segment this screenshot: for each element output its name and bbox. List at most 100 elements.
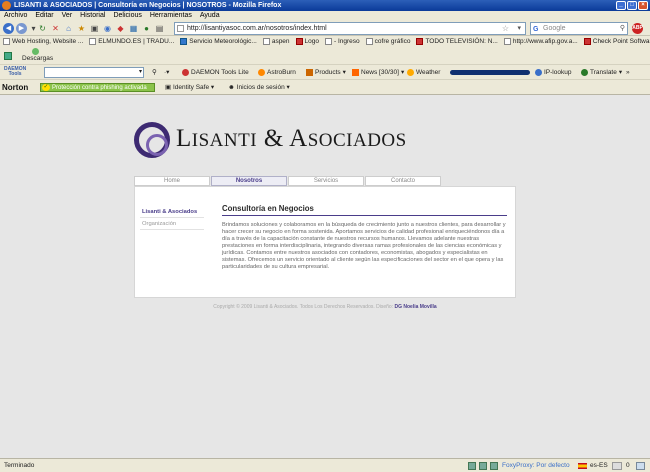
products-menu[interactable]: Products ▾ [306,65,346,80]
window-titlebar: LISANTI & ASOCIADOS | Consultoría en Neg… [0,0,650,11]
addon-status-icon[interactable] [479,462,487,470]
url-bar[interactable]: http://lisantiyasoc.com.ar/nosotros/inde… [174,22,526,35]
minimize-button[interactable]: _ [616,1,626,10]
page-icon [365,38,373,45]
addon-toolbar-icon[interactable] [4,52,12,60]
history-dropdown-icon[interactable]: ▾ [29,24,38,33]
menu-herramientas[interactable]: Herramientas [150,11,192,21]
page-heading: Consultoría en Negocios [222,204,507,216]
status-addon-icon[interactable] [612,462,622,470]
language-indicator[interactable]: es-ES [590,459,608,472]
norton-logo: Norton [2,83,29,92]
content-panel: Lisanti & Asociados Organización Consult… [134,186,516,298]
delicious-icon[interactable]: ▦ [129,24,138,33]
bookmark-item[interactable]: Servicio Meteorológic... [180,36,257,47]
designer-link[interactable]: DG Noelia Movilla [394,304,436,310]
daemon-logo: DAEMON Tools [4,66,27,77]
addon-icon-1[interactable]: ▣ [90,24,99,33]
downloads-button[interactable]: Descargas [22,55,53,62]
chevron-down-icon[interactable]: ▾ [139,68,142,77]
volume-slider[interactable] [450,70,530,75]
page-icon [89,38,97,45]
home-icon[interactable]: ⌂ [64,24,73,33]
maximize-button[interactable]: □ [627,1,637,10]
red-bookmark-icon [295,38,303,45]
google-icon: G [533,26,539,33]
rss-icon [352,69,359,76]
page-viewport: LISANTI & ASOCIADOS Home Nosotros Servic… [0,96,650,458]
translate-icon [581,69,588,76]
reload-icon[interactable]: ↻ [38,24,47,33]
bookmark-item[interactable]: Logo [295,36,319,47]
addon-icon-3[interactable]: ◆ [116,24,125,33]
bookmark-item[interactable]: Web Hosting, Website ... [3,36,83,47]
forward-icon[interactable]: ▶ [16,23,27,34]
status-icons [468,462,498,470]
translate-menu[interactable]: Translate ▾ [581,65,622,80]
downloads-toolbar: Descargas [0,47,650,65]
daemon-tools-lite[interactable]: DAEMON Tools Lite [182,65,249,80]
url-dropdown-icon[interactable]: ▾ [517,23,521,34]
body-paragraph: Brindamos soluciones y colaboramos en la… [222,222,506,270]
addon-icon-5[interactable]: ▤ [155,24,164,33]
globe-icon [180,38,188,45]
tab-home[interactable]: Home [134,176,210,186]
bookmark-item[interactable]: aspen [262,36,290,47]
daemon-search-combo[interactable]: ▾ [44,67,144,78]
ip-icon [535,69,542,76]
menu-ver[interactable]: Ver [62,11,73,21]
ip-lookup[interactable]: IP-lookup [535,65,571,80]
status-end-icon[interactable] [636,462,645,470]
menu-historial[interactable]: Historial [80,11,105,21]
bookmark-star-icon[interactable]: ☆ [502,23,509,34]
check-icon: ✓ [42,84,50,91]
status-count: 0 [626,462,630,469]
tab-contacto[interactable]: Contacto [365,176,441,186]
stop-icon[interactable]: ✕ [51,24,60,33]
tab-nosotros[interactable]: Nosotros [211,176,287,186]
side-item-organizacion[interactable]: Organización [140,218,204,230]
news-menu[interactable]: News [30/30] ▾ [352,65,404,80]
toolbar-overflow-icon[interactable]: » [626,65,630,80]
identity-safe-menu[interactable]: ▣ Identity Safe ▾ [165,80,214,95]
tab-servicios[interactable]: Servicios [288,176,364,186]
addon-status-icon[interactable] [468,462,476,470]
close-button[interactable]: × [638,1,648,10]
bookmark-item[interactable]: cofre gráfico [365,36,410,47]
phishing-protection-status[interactable]: ✓ Protección contra phishing activada [40,83,155,92]
addon-icon-2[interactable]: ◉ [103,24,112,33]
page-icon [262,38,270,45]
menu-delicious[interactable]: Delicious [113,11,141,21]
daemon-search-icon[interactable]: ⚲ [152,65,157,80]
menu-ayuda[interactable]: Ayuda [200,11,220,21]
products-icon [306,69,313,76]
logo-ring-icon [134,122,170,158]
page-icon [177,25,184,32]
addon-icon-4[interactable]: ● [142,24,151,33]
search-icon[interactable]: ⚲ [620,23,625,34]
side-item-lisanti[interactable]: Lisanti & Asociados [140,206,204,218]
sesion-menu[interactable]: ☻ Inicios de sesión ▾ [228,80,290,95]
weather-menu[interactable]: Weather [407,65,440,80]
back-icon[interactable]: ◀ [3,23,14,34]
brand-name: LISANTI & ASOCIADOS [176,125,407,152]
site-logo[interactable]: LISANTI & ASOCIADOS [134,122,534,158]
search-box[interactable]: G Google ⚲ [530,22,628,35]
menu-archivo[interactable]: Archivo [4,11,27,21]
bookmark-item[interactable]: Check Point Software: ... [583,36,650,47]
bookmark-item[interactable]: TODO TELEVISIÓN: N... [416,36,498,47]
astroburn-icon [258,69,265,76]
addon-status-icon[interactable] [490,462,498,470]
adblock-icon[interactable]: ABP [632,23,643,34]
daemon-toolbar: DAEMON Tools ▾ ⚲ ·▾ DAEMON Tools Lite As… [0,65,650,80]
menu-bar: Archivo Editar Ver Historial Delicious H… [0,11,650,21]
bookmark-toolbar-icon[interactable]: ★ [77,24,86,33]
bookmark-item[interactable]: - Ingreso [325,36,360,47]
daemon-menu-icon[interactable]: ·▾ [164,65,169,80]
bookmark-item[interactable]: http://www.afip.gov.a... [503,36,578,47]
navigation-bar: ◀ ▶ ▾ ↻ ✕ ⌂ ★ ▣ ◉ ◆ ▦ ● ▤ http://lisanti… [0,21,650,36]
astroburn[interactable]: AstroBurn [258,65,296,80]
menu-editar[interactable]: Editar [35,11,53,21]
foxyproxy-status[interactable]: FoxyProxy: Por defecto [502,459,570,472]
bookmark-item[interactable]: ELMUNDO.ES | TRADU... [89,36,174,47]
